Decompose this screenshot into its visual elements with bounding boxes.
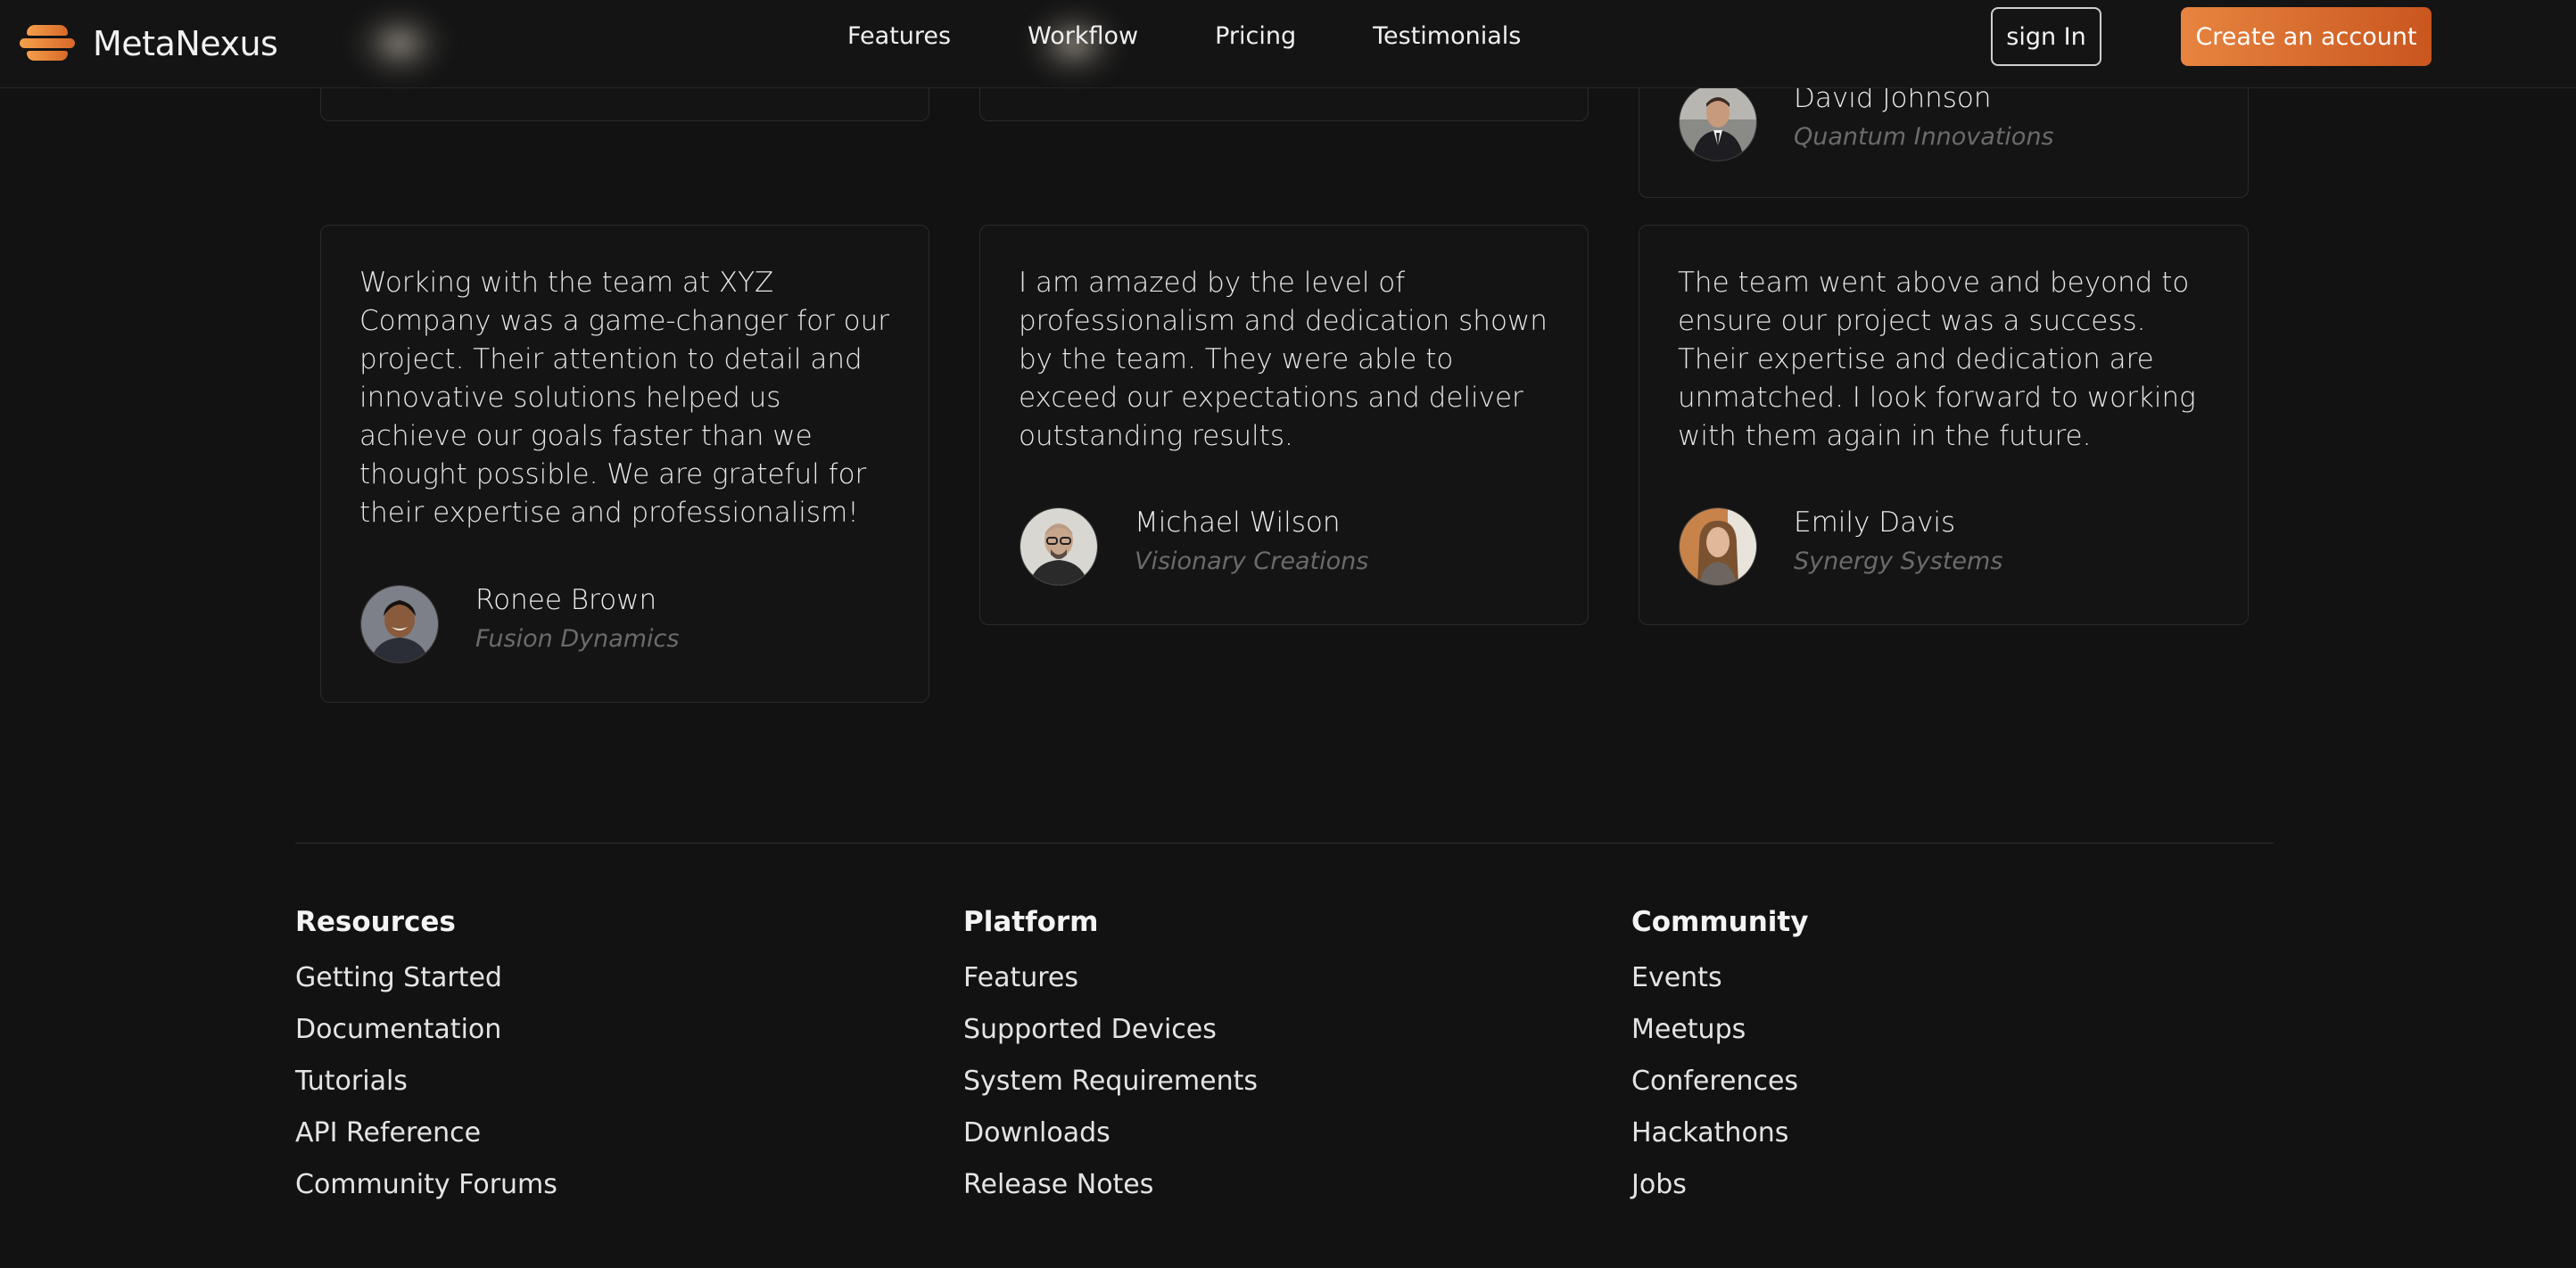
testimonial-card: Working with the team at XYZ Company was… — [320, 225, 929, 703]
footer-link[interactable]: Features — [963, 961, 1258, 1013]
testimonial-card: The team went above and beyond to ensure… — [1639, 225, 2249, 625]
person-name: Emily Davis — [1794, 506, 1956, 539]
person-company: Quantum Innovations — [1794, 123, 2054, 151]
footer-link[interactable]: Supported Devices — [963, 1013, 1258, 1065]
testimonial-quote: I am amazed by the level of professional… — [1019, 267, 1548, 452]
person-company: Synergy Systems — [1794, 548, 2003, 575]
footer-link[interactable]: Hackathons — [1631, 1116, 1808, 1168]
person-name: Ronee Brown — [475, 584, 657, 616]
blurred-avatar-glow — [346, 0, 453, 87]
footer-link[interactable]: Community Forums — [295, 1168, 557, 1220]
footer-link[interactable]: API Reference — [295, 1116, 557, 1168]
footer-divider — [295, 843, 2274, 844]
main-nav: Features Workflow Pricing Testimonials — [847, 20, 1521, 54]
footer-heading: Platform — [963, 906, 1099, 938]
footer-column-platform: Platform Features Supported Devices Syst… — [963, 906, 1258, 1220]
nav-workflow[interactable]: Workflow — [1028, 20, 1138, 54]
avatar — [360, 585, 439, 663]
footer-heading: Community — [1631, 906, 1809, 938]
avatar — [1679, 83, 1757, 161]
top-navbar: MetaNexus Features Workflow Pricing Test… — [0, 0, 2576, 88]
footer-link[interactable]: Events — [1631, 961, 1808, 1013]
testimonial-quote: The team went above and beyond to ensure… — [1678, 267, 2196, 452]
footer-link[interactable]: Meetups — [1631, 1013, 1808, 1065]
footer-link[interactable]: Release Notes — [963, 1168, 1258, 1220]
footer-column-community: Community Events Meetups Conferences Hac… — [1631, 906, 1808, 1220]
person-company: Visionary Creations — [1135, 548, 1369, 575]
footer-link[interactable]: Getting Started — [295, 961, 557, 1013]
nav-pricing[interactable]: Pricing — [1215, 20, 1296, 54]
footer-column-resources: Resources Getting Started Documentation … — [295, 906, 557, 1220]
avatar — [1679, 507, 1757, 586]
create-account-button[interactable]: Create an account — [2181, 7, 2432, 66]
metanexus-logo-icon — [20, 25, 75, 62]
avatar — [1020, 507, 1098, 586]
footer-link[interactable]: Documentation — [295, 1013, 557, 1065]
footer-link[interactable]: Tutorials — [295, 1065, 557, 1116]
person-name: Michael Wilson — [1135, 506, 1341, 539]
testimonial-quote: Working with the team at XYZ Company was… — [359, 267, 890, 529]
footer-heading: Resources — [295, 906, 456, 938]
testimonial-card: I am amazed by the level of professional… — [979, 225, 1589, 625]
sign-in-button[interactable]: sign In — [1991, 7, 2101, 66]
nav-testimonials[interactable]: Testimonials — [1373, 20, 1521, 54]
nav-features[interactable]: Features — [847, 20, 951, 54]
footer-link[interactable]: Conferences — [1631, 1065, 1808, 1116]
person-company: Fusion Dynamics — [475, 625, 680, 653]
footer-link[interactable]: Downloads — [963, 1116, 1258, 1168]
brand[interactable]: MetaNexus — [20, 16, 278, 71]
brand-name: MetaNexus — [93, 24, 278, 63]
footer-link[interactable]: System Requirements — [963, 1065, 1258, 1116]
footer-link[interactable]: Jobs — [1631, 1168, 1808, 1220]
